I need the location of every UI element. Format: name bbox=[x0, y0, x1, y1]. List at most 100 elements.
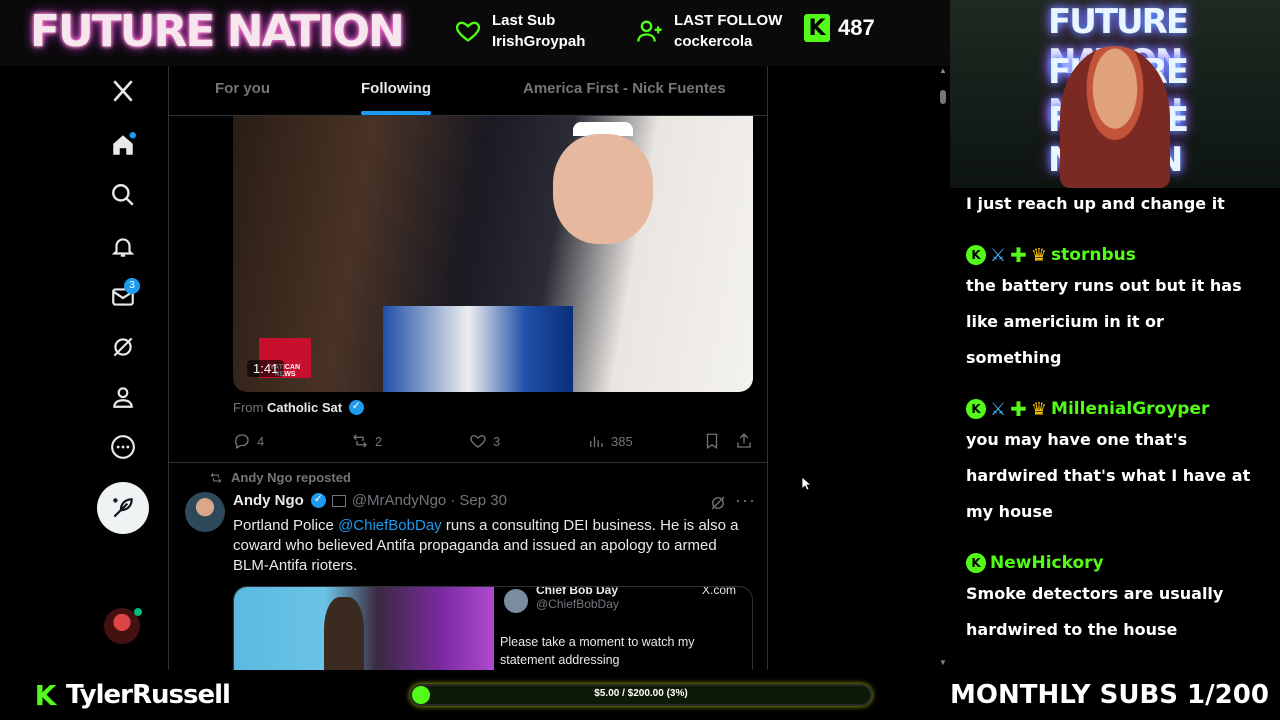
timeline-tabs: For you Following America First - Nick F… bbox=[169, 66, 767, 116]
post-text: Portland Police @ChiefBobDay runs a cons… bbox=[233, 516, 753, 576]
active-tab-indicator bbox=[361, 111, 431, 115]
scrollbar-thumb[interactable] bbox=[940, 90, 946, 104]
last-follow-name: cockercola bbox=[674, 33, 753, 50]
crown-badge-icon: ♛ bbox=[1030, 244, 1048, 266]
reply-icon bbox=[235, 434, 249, 449]
chat-message-text: the battery runs out but it has like ame… bbox=[966, 276, 1242, 367]
streamer-figure bbox=[1060, 46, 1170, 188]
last-sub-name: IrishGroypah bbox=[492, 33, 586, 50]
quoted-source: X.com bbox=[702, 586, 737, 597]
views-button[interactable]: 385 bbox=[587, 432, 633, 450]
share-icon bbox=[737, 433, 751, 448]
like-button[interactable]: 3 bbox=[469, 432, 500, 450]
compose-post-button[interactable] bbox=[97, 482, 149, 534]
last-sub-label: Last Sub bbox=[492, 12, 556, 29]
chat-message-text: you may have one that's hardwired that's… bbox=[966, 430, 1251, 521]
chat-username[interactable]: MillenialGroyper bbox=[1051, 399, 1209, 419]
quoted-text: Please take a moment to watch my stateme… bbox=[500, 635, 695, 667]
tab-for-you[interactable]: For you bbox=[215, 80, 270, 97]
chat-username[interactable]: stornbus bbox=[1051, 245, 1136, 265]
verified-badge-icon bbox=[310, 492, 326, 508]
share-button[interactable] bbox=[735, 432, 753, 450]
repost-small-icon bbox=[210, 472, 222, 483]
source-name[interactable]: Catholic Sat bbox=[267, 400, 342, 415]
embedded-media-card[interactable]: Chief Bob Day @ChiefBobDay X.com Please … bbox=[233, 586, 753, 670]
like-count: 3 bbox=[493, 433, 501, 449]
tab-america-first[interactable]: America First - Nick Fuentes bbox=[523, 80, 726, 97]
reply-button[interactable]: 4 bbox=[233, 432, 264, 450]
grok-icon[interactable] bbox=[108, 332, 138, 362]
heart-icon bbox=[455, 21, 481, 42]
chat-username-row: K ⚔ ✚ ♛ stornbus bbox=[966, 242, 1264, 268]
card-video-thumbnail[interactable] bbox=[234, 587, 494, 670]
mail-badge: 3 bbox=[124, 278, 140, 294]
author-name[interactable]: Andy Ngo bbox=[233, 492, 304, 509]
video-player[interactable]: VATICAN NEWS 1:41 bbox=[233, 116, 753, 392]
scroll-up-arrow-icon[interactable]: ▲ bbox=[939, 66, 947, 75]
timeline-feed: For you Following America First - Nick F… bbox=[168, 66, 768, 670]
post-text-start: Portland Police bbox=[233, 517, 339, 534]
author-avatar[interactable] bbox=[185, 492, 225, 532]
webcam-feed: FUTURE NATION FUTURE NATION FUTURE NATIO… bbox=[950, 0, 1280, 188]
scroll-down-arrow-icon[interactable]: ▼ bbox=[939, 658, 947, 667]
grok-post-icon[interactable] bbox=[709, 494, 727, 517]
post-date[interactable]: · Sep 30 bbox=[450, 492, 507, 509]
chat-panel: I just reach up and change it K ⚔ ✚ ♛ st… bbox=[950, 188, 1280, 670]
reply-count: 4 bbox=[257, 433, 265, 449]
quoted-name: Chief Bob Day bbox=[536, 586, 619, 597]
bookmark-button[interactable] bbox=[703, 432, 721, 450]
crown-badge-icon: ♛ bbox=[1030, 398, 1048, 420]
online-dot bbox=[134, 608, 142, 616]
verified-badge-icon bbox=[348, 399, 364, 415]
page-scrollbar[interactable]: ▲ ▼ bbox=[936, 66, 950, 670]
bookmark-icon bbox=[706, 433, 718, 450]
sub-goal-progress-bar: $5.00 / $200.00 (3%) bbox=[410, 684, 872, 706]
quoted-handle: @ChiefBobDay bbox=[536, 597, 619, 611]
user-plus-icon bbox=[637, 20, 662, 42]
from-prefix: From bbox=[233, 400, 264, 415]
chat-username[interactable]: NewHickory bbox=[990, 553, 1104, 573]
mouse-cursor-icon bbox=[802, 477, 812, 491]
post-header: Andy Ngo @MrAndyNgo · Sep 30 bbox=[233, 492, 507, 509]
like-icon bbox=[470, 435, 486, 448]
more-icon[interactable] bbox=[108, 432, 138, 462]
video-duration: 1:41 bbox=[247, 360, 285, 377]
monthly-subs-counter: MONTHLY SUBS 1/200 bbox=[950, 680, 1269, 710]
repost-count: 2 bbox=[375, 433, 383, 449]
more-options-icon[interactable]: ··· bbox=[735, 490, 756, 511]
author-handle[interactable]: @MrAndyNgo bbox=[352, 492, 446, 509]
search-icon[interactable] bbox=[108, 180, 138, 210]
kick-logo-icon: K bbox=[34, 678, 57, 712]
sword-badge-icon: ⚔ bbox=[990, 398, 1007, 420]
bell-icon[interactable] bbox=[108, 232, 138, 262]
kick-badge-icon: K bbox=[966, 553, 986, 573]
account-avatar[interactable] bbox=[104, 608, 142, 644]
plus-badge-icon: ✚ bbox=[1010, 243, 1027, 267]
face-shape bbox=[553, 134, 653, 244]
repost-button[interactable]: 2 bbox=[351, 432, 382, 450]
views-chart-icon bbox=[590, 436, 603, 447]
quoted-avatar bbox=[504, 589, 528, 613]
post-divider bbox=[169, 462, 767, 463]
kick-badge-icon: K bbox=[966, 245, 986, 265]
card-quoted-post[interactable]: Chief Bob Day @ChiefBobDay X.com Please … bbox=[494, 586, 752, 670]
profile-icon[interactable] bbox=[108, 382, 138, 412]
last-follow-widget: LAST FOLLOW cockercola bbox=[636, 10, 782, 52]
home-icon[interactable] bbox=[108, 130, 138, 160]
repost-context: Andy Ngo reposted bbox=[209, 470, 351, 485]
mail-icon[interactable]: 3 bbox=[108, 278, 140, 312]
x-browser-window: 3 For you Following America First - Nick… bbox=[0, 66, 950, 670]
kick-logo-icon: K bbox=[804, 14, 830, 42]
sub-goal-label: $5.00 / $200.00 (3%) bbox=[594, 688, 688, 699]
repost-context-label[interactable]: Andy Ngo reposted bbox=[231, 470, 351, 485]
tab-following[interactable]: Following bbox=[361, 80, 431, 97]
plus-badge-icon: ✚ bbox=[1010, 397, 1027, 421]
mention-link[interactable]: @ChiefBobDay bbox=[338, 517, 442, 534]
kick-follower-count: K 487 bbox=[804, 14, 875, 42]
video-source: From Catholic Sat bbox=[233, 399, 364, 415]
views-count: 385 bbox=[611, 433, 633, 449]
x-logo-icon[interactable] bbox=[108, 76, 138, 106]
speaker-shape bbox=[324, 597, 364, 670]
chat-username-row: K NewHickory bbox=[966, 550, 1264, 576]
microphones-shape bbox=[383, 306, 573, 392]
